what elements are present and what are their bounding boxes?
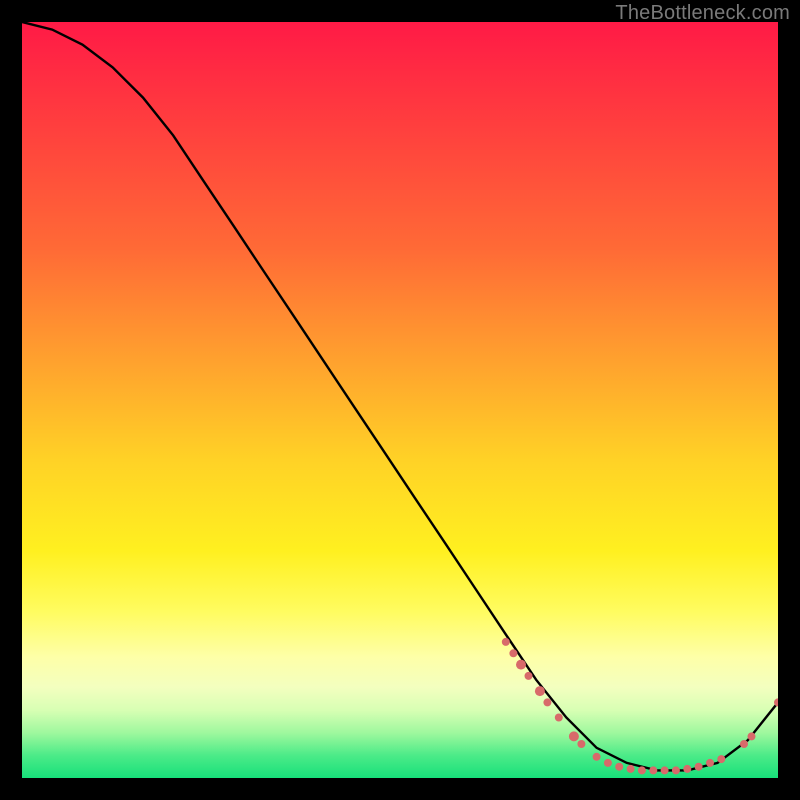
chart-frame: TheBottleneck.com <box>0 0 800 800</box>
data-marker <box>672 766 680 774</box>
data-marker <box>516 660 526 670</box>
data-marker <box>509 649 517 657</box>
data-marker <box>695 763 703 771</box>
data-markers <box>502 638 778 775</box>
chart-overlay <box>22 22 778 778</box>
data-marker <box>748 732 756 740</box>
data-marker <box>706 759 714 767</box>
data-marker <box>627 765 635 773</box>
data-marker <box>569 731 579 741</box>
data-marker <box>615 763 623 771</box>
data-marker <box>577 740 585 748</box>
data-marker <box>638 766 646 774</box>
curve-line <box>22 22 778 770</box>
data-marker <box>604 759 612 767</box>
data-marker <box>740 740 748 748</box>
data-marker <box>525 672 533 680</box>
data-marker <box>535 686 545 696</box>
data-marker <box>649 766 657 774</box>
data-marker <box>661 766 669 774</box>
data-marker <box>555 714 563 722</box>
data-marker <box>717 755 725 763</box>
data-marker <box>593 753 601 761</box>
data-marker <box>502 638 510 646</box>
data-marker <box>683 765 691 773</box>
attribution-text: TheBottleneck.com <box>615 2 790 25</box>
data-marker <box>543 698 551 706</box>
plot-area <box>22 22 778 778</box>
